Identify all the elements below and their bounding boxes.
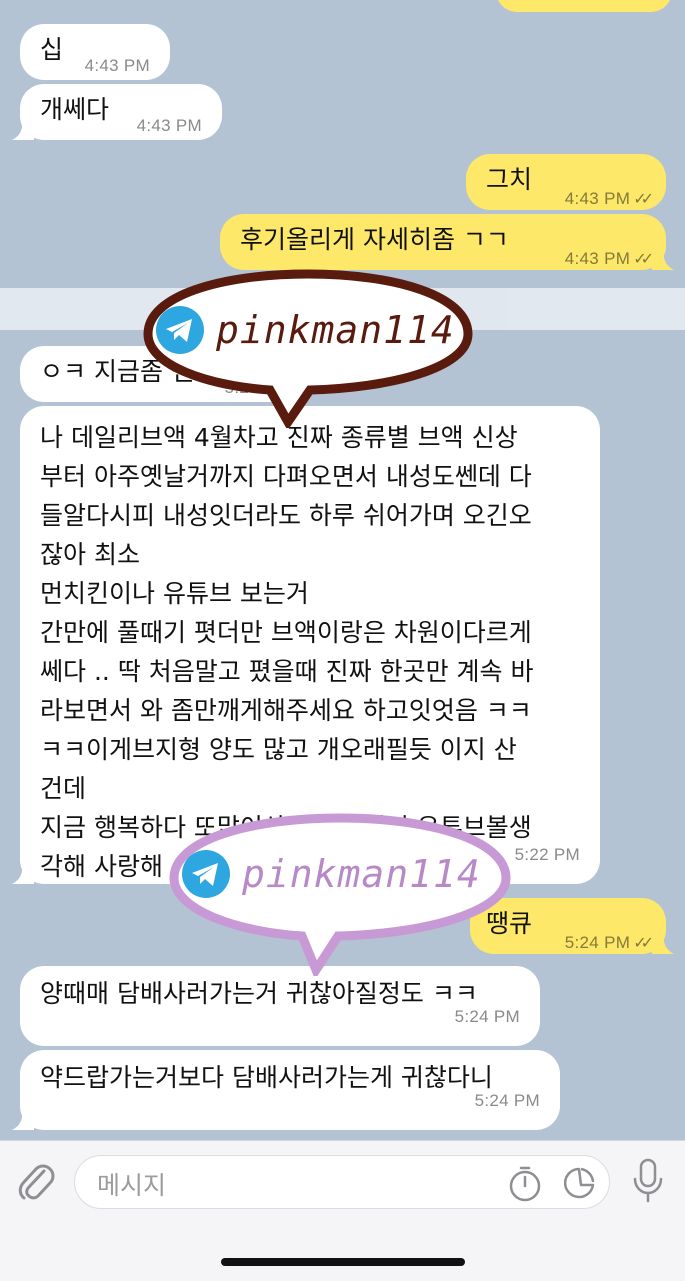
watermark-text: pinkman114 <box>242 852 481 896</box>
message-line: 부터 아주옛날거까지 다펴오면서 내성도쎈데 다 <box>40 462 532 491</box>
home-indicator[interactable] <box>221 1258 465 1266</box>
message-line: 잖아 최소 <box>40 540 140 569</box>
message-time: 5:24 PM <box>454 1007 520 1026</box>
microphone-icon[interactable] <box>630 1157 666 1205</box>
message-incoming[interactable]: 십 4:43 PM <box>20 24 170 80</box>
bubble-tail <box>12 120 34 140</box>
message-time: 4:43 PM <box>564 189 631 208</box>
bubble-tail <box>652 934 674 954</box>
message-time: 5:22 PM <box>514 845 580 864</box>
message-incoming[interactable]: 약드랍가는거보다 담배사러가는게 귀찮다니 5:24 PM <box>12 1050 560 1130</box>
chat-area[interactable]: 십 4:43 PM 개쎄다 4:43 PM 그치 4:43 PM ✓✓ 후기올리게… <box>0 0 685 1140</box>
message-input[interactable]: 메시지 <box>74 1155 610 1209</box>
watermark-text: pinkman114 <box>216 308 455 352</box>
message-line: 라보면서 와 좀만깨게해주세요 하고잇엇음 ㅋㅋ <box>40 696 532 725</box>
message-time: 4:43 PM <box>136 116 202 135</box>
bubble-tail <box>12 1110 34 1130</box>
message-outgoing[interactable]: 그치 4:43 PM ✓✓ <box>466 154 666 210</box>
message-text: 십 <box>40 35 64 64</box>
bubble-tail <box>12 864 34 884</box>
paperclip-icon[interactable] <box>16 1159 56 1203</box>
sticker-icon[interactable] <box>559 1163 599 1203</box>
message-incoming[interactable]: 양때매 담배사러가는거 귀찮아질정도 ㅋㅋ 5:24 PM <box>20 966 540 1046</box>
message-text: 개쎄다 <box>40 95 110 124</box>
watermark-stamp: pinkman114 <box>166 812 514 976</box>
watermark-stamp: pinkman114 <box>140 268 476 428</box>
double-check-icon: ✓✓ <box>633 189 654 208</box>
message-time: 4:43 PM <box>564 249 631 268</box>
message-input-placeholder: 메시지 <box>97 1171 167 1200</box>
telegram-logo-icon <box>156 306 204 354</box>
message-incoming[interactable]: 개쎄다 4:43 PM <box>12 84 222 140</box>
message-line: 먼치킨이나 유튜브 보는거 <box>40 579 309 608</box>
message-time: 5:24 PM <box>474 1091 540 1110</box>
double-check-icon: ✓✓ <box>633 933 654 952</box>
message-line: 들알다시피 내성잇더라도 하루 쉬어가며 오긴오 <box>40 501 532 530</box>
message-outgoing[interactable]: 후기올리게 자세히좀 ㄱㄱ 4:43 PM ✓✓ <box>220 214 674 270</box>
message-bubble-partial[interactable] <box>496 0 672 12</box>
message-line: ㅋㅋ이게브지형 양도 많고 개오래필듯 이지 산 <box>40 735 517 764</box>
message-time: 4:43 PM <box>84 56 150 75</box>
double-check-icon: ✓✓ <box>633 249 654 268</box>
bubble-tail <box>652 250 674 270</box>
message-text: 그치 <box>486 165 533 194</box>
telegram-logo-icon <box>182 850 230 898</box>
message-time: 5:24 PM <box>564 933 631 952</box>
message-line: 간만에 풀때기 폇더만 브액이랑은 차원이다르게 <box>40 618 532 647</box>
message-line: 건데 <box>40 774 87 803</box>
message-line: 쎄다 .. 딱 처음말고 폈을때 진짜 한곳만 계속 바 <box>40 657 534 686</box>
stopwatch-icon[interactable] <box>505 1163 545 1203</box>
message-text: 후기올리게 자세히좀 ㄱㄱ <box>240 225 509 254</box>
